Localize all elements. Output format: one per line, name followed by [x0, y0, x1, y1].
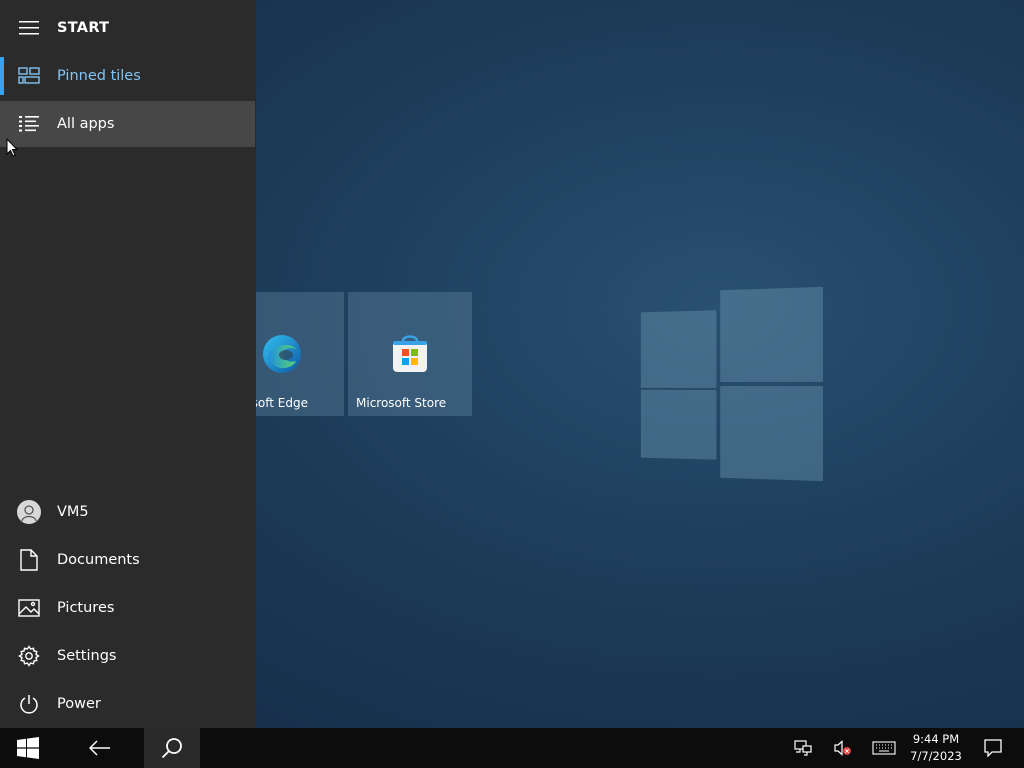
- nav-label: Settings: [57, 648, 117, 664]
- back-button[interactable]: [80, 728, 120, 768]
- keyboard-icon: [872, 741, 896, 755]
- picture-icon: [17, 596, 41, 620]
- document-icon: [17, 548, 41, 572]
- system-clock[interactable]: 9:44 PM 7/7/2023: [904, 731, 968, 765]
- settings-button[interactable]: Settings: [0, 633, 256, 679]
- list-icon: [17, 112, 41, 136]
- nav-label: Power: [57, 696, 101, 712]
- desktop-windows-logo: [640, 286, 823, 482]
- power-icon: [17, 692, 41, 716]
- documents-button[interactable]: Documents: [0, 537, 256, 583]
- nav-all-apps[interactable]: All apps: [0, 101, 255, 147]
- tile-label: Microsoft Store: [356, 396, 447, 410]
- nav-label: Documents: [57, 552, 140, 568]
- notifications-icon: [984, 739, 1002, 757]
- nav-pinned-tiles[interactable]: Pinned tiles: [0, 53, 256, 99]
- start-title: START: [57, 20, 110, 36]
- selected-indicator: [0, 57, 4, 95]
- tiles-icon: [17, 64, 41, 88]
- nav-label: All apps: [57, 116, 115, 132]
- volume-muted-icon: [834, 740, 851, 756]
- volume-button[interactable]: [830, 728, 856, 768]
- power-button[interactable]: Power: [0, 681, 256, 727]
- network-icon: [794, 740, 812, 756]
- touch-keyboard-button[interactable]: [869, 728, 899, 768]
- action-center-button[interactable]: [978, 728, 1008, 768]
- network-button[interactable]: [790, 728, 816, 768]
- user-avatar-icon: [17, 500, 41, 524]
- hamburger-menu-icon: [17, 16, 41, 40]
- start-button[interactable]: [8, 728, 48, 768]
- user-name: VM5: [57, 504, 89, 520]
- gear-icon: [17, 644, 41, 668]
- windows-start-icon: [17, 737, 39, 759]
- mouse-cursor-icon: [6, 138, 18, 157]
- start-menu-expand-button[interactable]: START: [0, 5, 256, 51]
- search-button[interactable]: [144, 728, 200, 768]
- search-icon: [161, 738, 182, 759]
- taskbar: 9:44 PM 7/7/2023: [0, 728, 1024, 768]
- pinned-tiles-area: osoft Edge Microsoft Store: [244, 292, 476, 418]
- back-arrow-icon: [89, 740, 110, 756]
- clock-date: 7/7/2023: [910, 749, 962, 763]
- clock-time: 9:44 PM: [912, 732, 960, 746]
- store-icon: [393, 335, 427, 372]
- nav-label: Pinned tiles: [57, 68, 141, 84]
- tile-microsoft-edge[interactable]: osoft Edge: [244, 292, 344, 416]
- nav-label: Pictures: [57, 600, 115, 616]
- pictures-button[interactable]: Pictures: [0, 585, 256, 631]
- edge-icon: [263, 335, 301, 373]
- tile-microsoft-store[interactable]: Microsoft Store: [348, 292, 472, 416]
- user-account-button[interactable]: VM5: [0, 489, 256, 535]
- start-menu-panel: START Pinned tiles All apps VM5 Document…: [0, 0, 256, 728]
